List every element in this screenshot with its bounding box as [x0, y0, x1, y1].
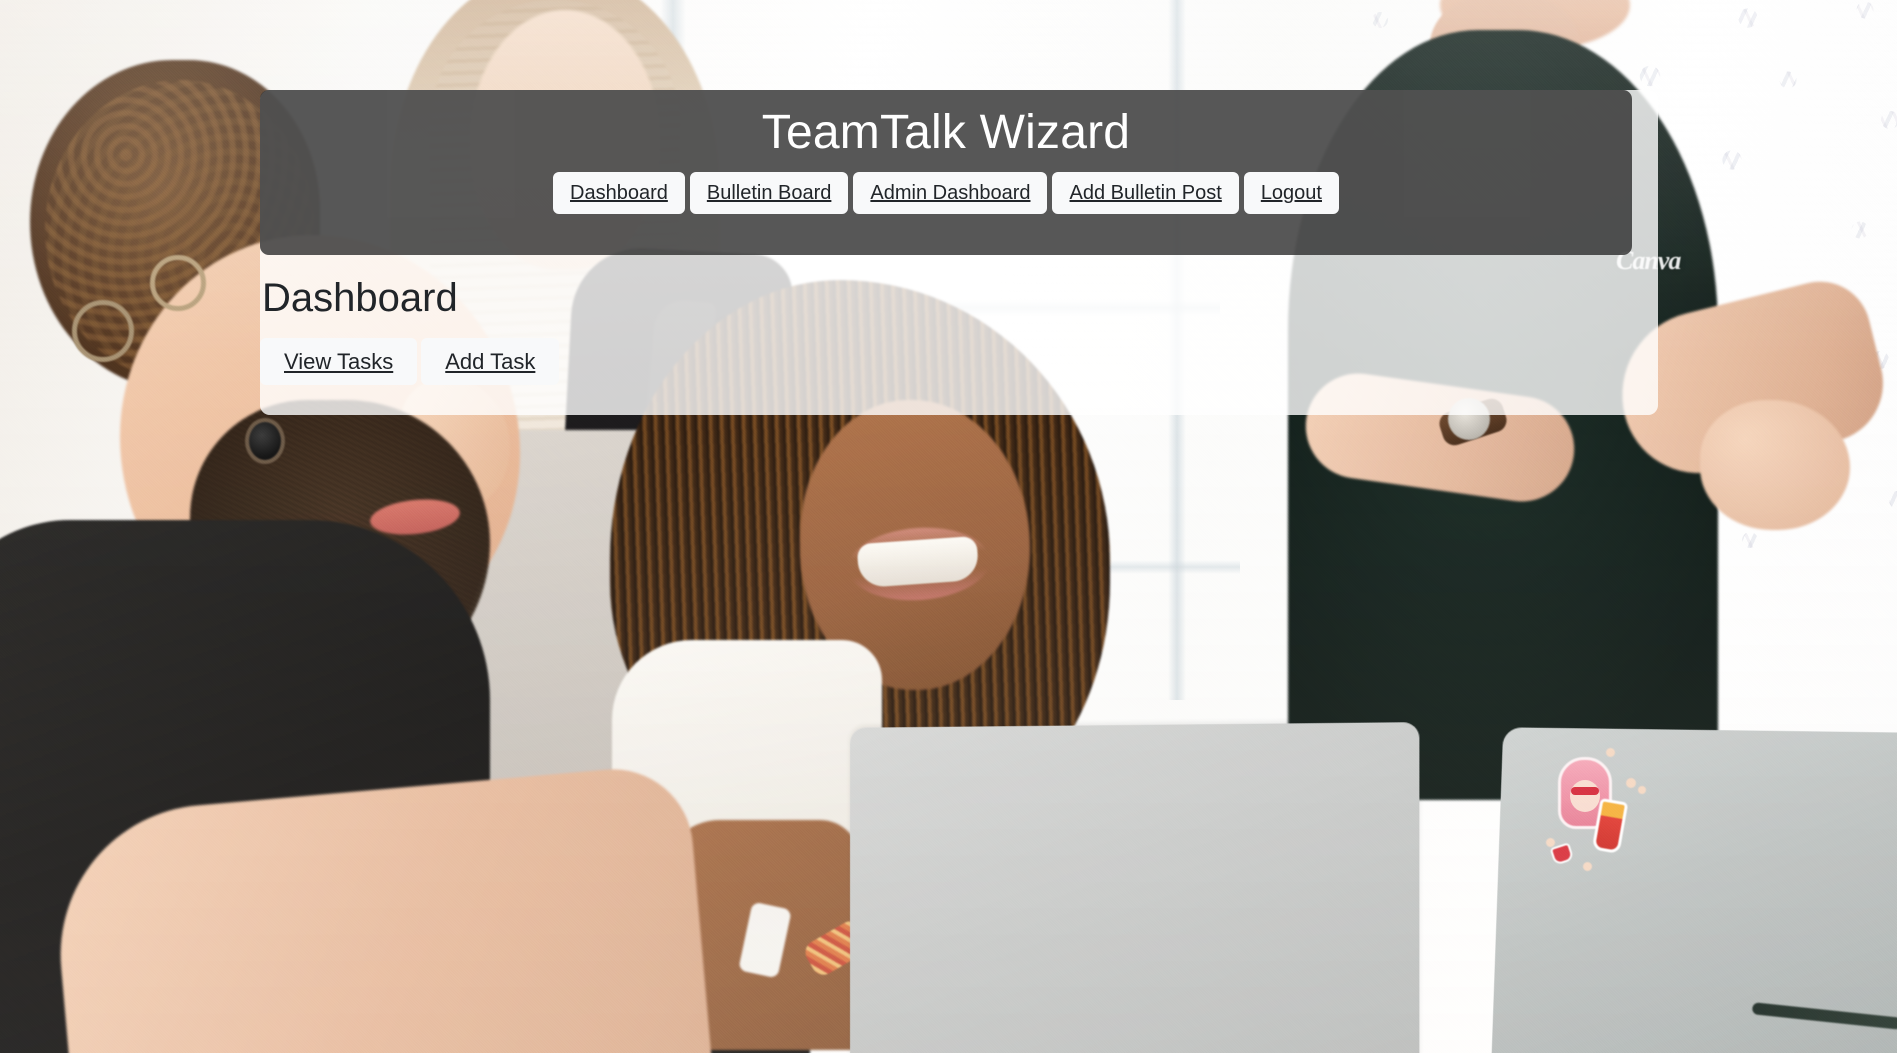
- app-container: TeamTalk Wizard Dashboard Bulletin Board…: [260, 90, 1658, 415]
- nav-item-add-bulletin-post[interactable]: Add Bulletin Post: [1052, 171, 1239, 214]
- app-header: TeamTalk Wizard Dashboard Bulletin Board…: [260, 90, 1632, 255]
- page-title: TeamTalk Wizard: [761, 106, 1131, 159]
- main-navigation: Dashboard Bulletin Board Admin Dashboard…: [260, 171, 1632, 214]
- task-action-bar: View Tasks Add Task: [260, 338, 560, 385]
- nav-item-admin-dashboard[interactable]: Admin Dashboard: [853, 171, 1048, 214]
- nav-item-logout[interactable]: Logout: [1243, 171, 1339, 214]
- page-heading: Dashboard: [262, 276, 458, 320]
- nav-item-bulletin-board[interactable]: Bulletin Board: [689, 171, 849, 214]
- add-task-button[interactable]: Add Task: [421, 338, 560, 385]
- view-tasks-button[interactable]: View Tasks: [260, 338, 418, 385]
- nav-item-dashboard[interactable]: Dashboard: [553, 171, 685, 214]
